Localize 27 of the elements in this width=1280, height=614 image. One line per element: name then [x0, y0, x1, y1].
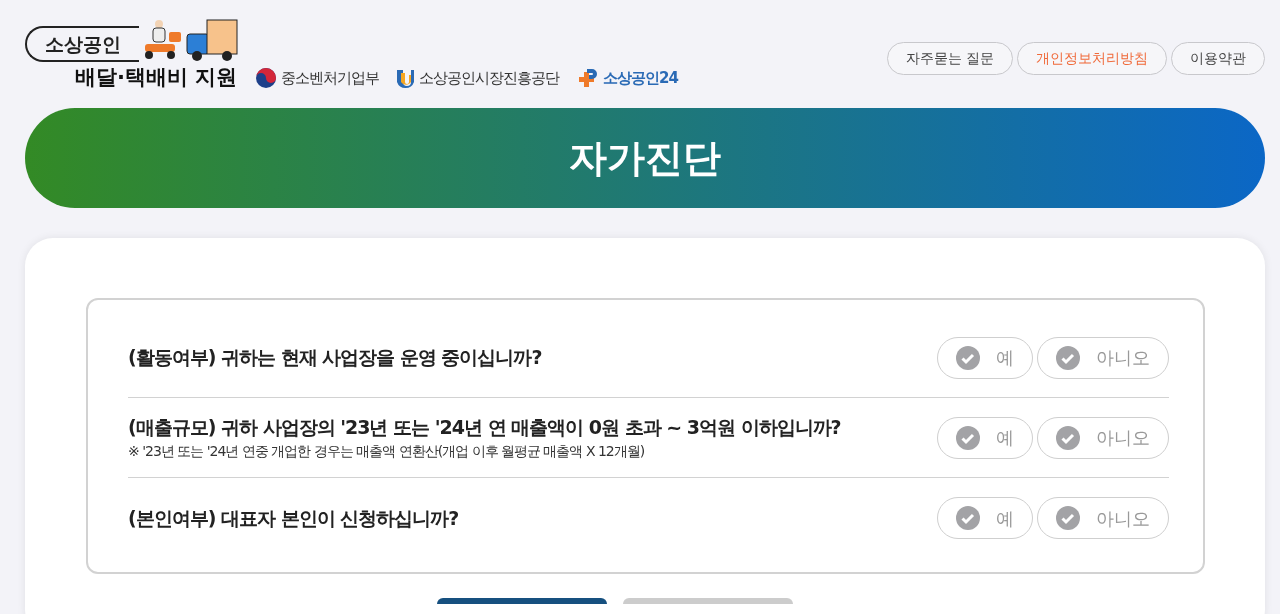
banner-title: 자가진단 [569, 134, 721, 182]
question-text: (매출규모) 귀하 사업장의 '23년 또는 '24년 연 매출액이 0원 초과 ~ 3억원 이하입니까? [128, 414, 841, 440]
logo-subtitle: 배달·택배비 지원 [75, 64, 239, 91]
top-link[interactable]: 이용약관 [1171, 42, 1265, 75]
answer-button[interactable]: 예 [937, 336, 1033, 379]
top-link[interactable]: 개인정보처리방침 [1017, 42, 1167, 75]
answer-button[interactable]: 아니오 [1037, 497, 1169, 539]
answer-button[interactable]: 예 [937, 497, 1033, 539]
emblem-icon [255, 67, 277, 90]
question-text: (활동여부) 귀하는 현재 사업장을 운영 중이십니까? [128, 345, 542, 371]
check-circle-icon [956, 506, 980, 530]
logo-title: 소상공인 [25, 25, 139, 62]
check-circle-icon [1056, 345, 1080, 370]
question-note: ※ '23년 또는 '24년 연중 개업한 경우는 매출액 연환산(개업 이후 월평균 매출액 X 12개월) [128, 442, 646, 462]
top-link[interactable]: 자주묻는 질문 [886, 42, 1013, 75]
check-circle-icon [1056, 425, 1080, 450]
partner-name: 중소벤처기업부 [281, 68, 379, 89]
answer-button[interactable]: 아니오 [1037, 416, 1169, 459]
partner-name: 소상공인24 [603, 68, 678, 89]
answer-button[interactable]: 예 [937, 416, 1033, 459]
check-circle-icon [956, 345, 980, 370]
partner-name: 소상공인시장진흥공단 [419, 68, 559, 89]
check-circle-icon [956, 425, 980, 450]
answer-button[interactable]: 아니오 [1037, 336, 1169, 379]
question-text: (본인여부) 대표자 본인이 신청하십니까? [128, 505, 459, 531]
agency-logo-icon [395, 67, 415, 90]
check-circle-icon [1056, 506, 1080, 530]
